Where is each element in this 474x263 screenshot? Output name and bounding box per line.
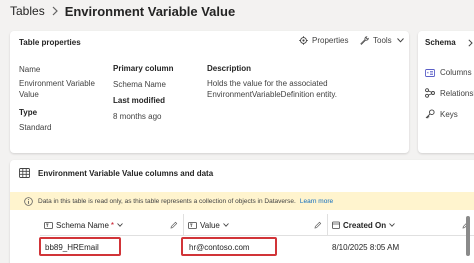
type-value: Standard	[19, 123, 52, 132]
breadcrumb-tables-link[interactable]: Tables	[10, 4, 45, 18]
properties-button[interactable]: Properties	[299, 36, 348, 45]
schema-item-keys[interactable]: Keys	[425, 109, 458, 119]
schema-title: Schema	[425, 38, 456, 47]
table-properties-title: Table properties	[19, 38, 81, 47]
columns-icon	[425, 68, 435, 77]
schema-item-label: Relationsh	[440, 88, 474, 98]
page-title: Environment Variable Value	[64, 3, 236, 19]
columns-data-title: Environment Variable Value columns and d…	[38, 168, 214, 178]
chevron-down-icon	[396, 38, 404, 43]
schema-item-label: Keys	[440, 109, 458, 119]
required-marker: *	[110, 220, 115, 230]
schema-item-columns[interactable]: Columns	[425, 68, 472, 77]
description-value: Holds the value for the associated Envir…	[207, 79, 337, 99]
highlight-box-schema-name	[39, 237, 121, 256]
wrench-icon	[360, 36, 369, 45]
calendar-icon	[332, 221, 340, 229]
table-grid-icon	[19, 168, 30, 178]
last-modified-value: 8 months ago	[113, 112, 162, 121]
column-header-created-on[interactable]: Created On	[328, 214, 474, 236]
last-modified-label: Last modified	[113, 96, 166, 105]
chevron-down-icon	[389, 223, 395, 227]
key-icon	[425, 109, 435, 119]
tools-button[interactable]: Tools	[360, 36, 404, 45]
info-banner-text: Data in this table is read only, as this…	[38, 197, 296, 205]
column-header-label: Value	[200, 220, 220, 230]
properties-button-label: Properties	[312, 36, 349, 45]
schema-card: Schema Columns Relationsh Keys	[418, 31, 474, 153]
column-header-label: Schema Name	[56, 220, 109, 230]
text-field-icon	[44, 221, 53, 229]
schema-item-relationships[interactable]: Relationsh	[425, 88, 474, 98]
schema-item-label: Columns	[440, 68, 472, 77]
chevron-right-icon	[468, 38, 473, 47]
highlight-box-value	[181, 237, 277, 256]
read-only-info-banner: Data in this table is read only, as this…	[10, 192, 474, 210]
table-properties-card: Table properties Properties Tools Name E…	[10, 31, 409, 153]
gear-icon	[299, 36, 308, 45]
grid-header: Schema Name * Value Created On	[40, 214, 474, 236]
column-header-label: Created On	[343, 220, 387, 230]
chevron-right-icon	[52, 6, 58, 16]
cell-created-on[interactable]: 8/10/2025 8:05 AM	[332, 243, 399, 252]
name-value: Environment Variable Value	[19, 79, 95, 99]
learn-more-link[interactable]: Learn more	[300, 198, 333, 205]
breadcrumb: Tables Environment Variable Value	[10, 3, 235, 19]
relationships-icon	[425, 88, 435, 98]
chevron-down-icon	[223, 223, 229, 227]
text-field-icon	[188, 221, 197, 229]
columns-data-card: Environment Variable Value columns and d…	[10, 160, 474, 263]
column-header-value[interactable]: Value	[184, 214, 328, 236]
name-label: Name	[19, 65, 41, 74]
scrollbar[interactable]	[466, 216, 470, 256]
description-label: Description	[207, 64, 252, 73]
info-icon	[24, 196, 33, 206]
column-header-schema-name[interactable]: Schema Name *	[40, 214, 184, 236]
primary-column-value: Schema Name	[113, 80, 166, 89]
chevron-down-icon	[117, 223, 123, 227]
pencil-icon	[314, 221, 322, 229]
pencil-icon	[170, 221, 178, 229]
tools-button-label: Tools	[373, 36, 392, 45]
primary-column-label: Primary column	[113, 64, 174, 73]
type-label: Type	[19, 108, 38, 117]
